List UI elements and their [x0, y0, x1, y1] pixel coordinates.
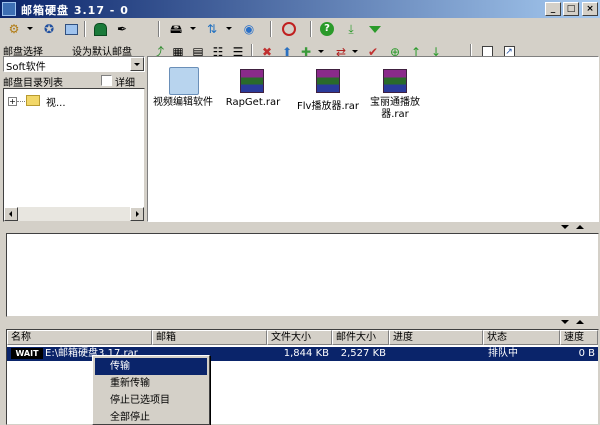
file-item[interactable]: Flv播放器.rar: [288, 59, 368, 131]
screen-icon[interactable]: [62, 20, 80, 38]
log-panel: [6, 233, 599, 317]
settings-icon[interactable]: ⚙: [5, 20, 23, 38]
scroll-left-icon[interactable]: [4, 207, 18, 221]
column-header-speed[interactable]: 速度: [560, 330, 598, 345]
power-icon[interactable]: [280, 20, 298, 38]
rar-archive-icon: [316, 69, 340, 93]
row-speed: 0 B: [578, 348, 595, 359]
home-icon[interactable]: [91, 20, 109, 38]
folder-icon: [169, 67, 199, 95]
chevron-down-icon[interactable]: [366, 20, 384, 38]
tree-item-label[interactable]: 视...: [46, 94, 66, 109]
menu-item-stop-selected[interactable]: 停止已选项目: [95, 392, 207, 409]
status-badge: WAIT: [11, 348, 43, 359]
settings-dropdown-icon[interactable]: [27, 27, 33, 30]
drive-icon[interactable]: 🖴: [167, 20, 185, 38]
rar-archive-icon: [383, 69, 407, 93]
maximize-button[interactable]: □: [563, 2, 579, 16]
minimize-button[interactable]: _: [545, 2, 561, 16]
column-header-mail-size[interactable]: 邮件大小: [332, 330, 389, 345]
context-menu: 传输 重新传输 停止已选项目 全部停止: [92, 355, 210, 425]
row-mail-size: 2,527 KB: [340, 348, 386, 359]
collapse-down-icon[interactable]: [561, 225, 569, 229]
detail-checkbox[interactable]: [101, 75, 112, 86]
drive-dropdown-icon[interactable]: [190, 27, 196, 30]
mailbox-select-value: Soft软件: [6, 62, 46, 73]
file-item[interactable]: RapGet.rar: [218, 59, 288, 131]
close-button[interactable]: ×: [582, 2, 598, 16]
expand-icon[interactable]: +: [8, 97, 17, 106]
file-item[interactable]: 视频编辑软件: [150, 59, 216, 131]
menu-item-stop-all[interactable]: 全部停止: [95, 409, 207, 425]
pin-icon[interactable]: ✒: [113, 20, 131, 38]
column-header-progress[interactable]: 进度: [389, 330, 483, 345]
mailbox-select[interactable]: Soft软件: [3, 56, 145, 73]
main-toolbar: ⚙ ✪ ✒ 🖴 ⇅ ◉ ? ⤓: [0, 18, 600, 40]
column-header-file-size[interactable]: 文件大小: [267, 330, 332, 345]
folder-icon: [26, 95, 40, 106]
menu-item-transfer[interactable]: 传输: [95, 358, 207, 375]
collapse-down-icon[interactable]: [561, 320, 569, 324]
app-icon: [2, 2, 16, 16]
column-header-name[interactable]: 名称: [7, 330, 152, 345]
gear-icon[interactable]: ✪: [40, 20, 58, 38]
window-title: 邮箱硬盘 3.17 - 0: [21, 4, 129, 17]
chevron-down-icon[interactable]: [130, 57, 144, 71]
file-name: 视频编辑软件: [153, 97, 213, 108]
new-dropdown-icon[interactable]: [318, 50, 324, 53]
dir-list-label: 邮盘目录列表: [3, 78, 63, 89]
collapse-up-icon[interactable]: [576, 320, 584, 324]
file-name: Flv播放器.rar: [297, 101, 359, 112]
scroll-right-icon[interactable]: [130, 207, 144, 221]
globe-icon[interactable]: ◉: [240, 20, 258, 38]
rar-archive-icon: [240, 69, 264, 93]
column-header-status[interactable]: 状态: [483, 330, 560, 345]
row-status: 排队中: [488, 348, 518, 359]
file-item[interactable]: 宝丽通播放器.rar: [360, 59, 430, 131]
row-file-size: 1,844 KB: [283, 348, 329, 359]
directory-tree[interactable]: + 视...: [3, 88, 145, 222]
detail-label: 详细: [115, 78, 135, 89]
title-bar: 邮箱硬盘 3.17 - 0 _ □ ×: [0, 0, 600, 18]
network-dropdown-icon[interactable]: [226, 27, 232, 30]
help-icon[interactable]: ?: [318, 20, 336, 38]
file-name: RapGet.rar: [225, 97, 281, 108]
horizontal-scrollbar[interactable]: [18, 207, 130, 221]
column-header-mailbox[interactable]: 邮箱: [152, 330, 267, 345]
menu-item-retransfer[interactable]: 重新传输: [95, 375, 207, 392]
transfer-dropdown-icon[interactable]: [352, 50, 358, 53]
file-name: 宝丽通播放器.rar: [370, 97, 420, 120]
file-view[interactable]: 视频编辑软件 RapGet.rar Flv播放器.rar 宝丽通播放器.rar: [147, 56, 599, 222]
download-icon[interactable]: ⤓: [342, 20, 360, 38]
collapse-up-icon[interactable]: [576, 225, 584, 229]
network-icon[interactable]: ⇅: [203, 20, 221, 38]
